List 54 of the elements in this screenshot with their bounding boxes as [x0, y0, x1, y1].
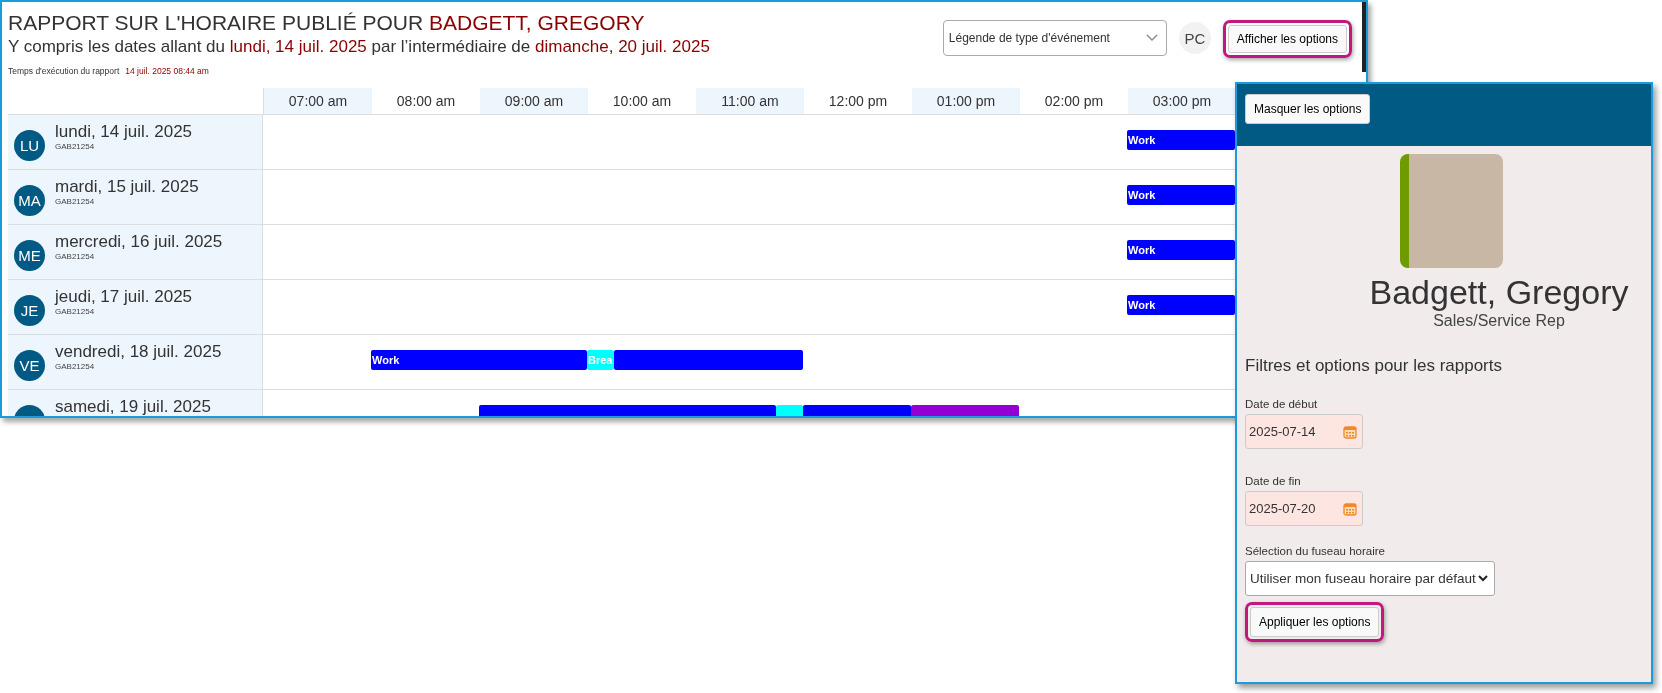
day-date: vendredi, 18 juil. 2025: [55, 342, 222, 362]
employee-code: GAB21254: [55, 197, 96, 206]
event-bar[interactable]: Work: [1127, 130, 1235, 150]
event-bar[interactable]: Work: [1127, 185, 1235, 205]
field-label: Date de début: [1245, 398, 1318, 410]
event-bar[interactable]: Work: [371, 350, 587, 370]
hour-header: 09:00 am: [480, 88, 588, 114]
field-label: Date de fin: [1245, 475, 1301, 487]
hide-options-button[interactable]: Masquer les options: [1245, 94, 1371, 124]
chevron-down-icon: [1478, 575, 1488, 582]
employee-code: GAB21254: [55, 362, 96, 371]
event-bar[interactable]: Work: [1127, 240, 1235, 260]
event-bar[interactable]: Work: [1127, 295, 1235, 315]
day-avatar: VE: [14, 349, 45, 381]
hour-header: 11:00 am: [696, 88, 804, 114]
scrollbar[interactable]: [1362, 2, 1366, 72]
hour-header: 12:00 pm: [827, 92, 889, 111]
chevron-down-icon: [1145, 34, 1158, 42]
employee-role: Sales/Service Rep: [1433, 312, 1565, 330]
employee-name: Badgett, Gregory: [1369, 272, 1629, 312]
event-bar[interactable]: [614, 350, 803, 370]
hour-header: 01:00 pm: [912, 88, 1020, 114]
employee-code: GAB21254: [55, 307, 96, 316]
employee-code: GAB21254: [55, 142, 96, 151]
day-date: samedi, 19 juil. 2025: [55, 397, 211, 416]
apply-options-button[interactable]: Appliquer les options: [1250, 607, 1380, 637]
report-title: RAPPORT SUR L'HORAIRE PUBLIÉ POUR BADGETT, GREGORY: [8, 10, 646, 36]
hour-header: 10:00 am: [611, 92, 673, 111]
day-date: jeudi, 17 juil. 2025: [55, 287, 193, 307]
section-title: Filtres et options pour les rapports: [1245, 356, 1502, 376]
run-time-value: 14 juil. 2025 08:44 am: [125, 66, 209, 76]
calendar-icon: [1343, 501, 1357, 516]
hour-header: 08:00 am: [395, 92, 457, 111]
run-time-label: Temps d'exécution du rapport: [8, 66, 120, 76]
hour-header: 03:00 pm: [1128, 88, 1236, 114]
hour-header: 07:00 am: [264, 88, 372, 114]
timezone-dropdown[interactable]: Utiliser mon fuseau horaire par défaut: [1245, 561, 1495, 596]
hour-header: 02:00 pm: [1043, 92, 1105, 111]
day-date: lundi, 14 juil. 2025: [55, 122, 193, 142]
legend-dropdown[interactable]: Légende de type d'événement: [942, 20, 1167, 56]
report-date-range: Y compris les dates allant du lundi, 14 juil. 2025 par l’intermédiaire de dimanche, 20 juil. 2025: [8, 36, 710, 58]
day-date: mercredi, 16 juil. 2025: [55, 232, 223, 252]
day-avatar: JE: [14, 294, 45, 326]
calendar-icon: [1343, 424, 1357, 439]
date-field[interactable]: 2025-07-14: [1245, 414, 1363, 449]
day-date: mardi, 15 juil. 2025: [55, 177, 199, 197]
day-avatar: MA: [14, 184, 45, 216]
date-field[interactable]: 2025-07-20: [1245, 491, 1363, 526]
show-options-button[interactable]: Afficher les options: [1227, 25, 1347, 53]
field-label: Sélection du fuseau horaire: [1245, 545, 1385, 557]
day-avatar: LU: [14, 129, 45, 161]
day-avatar: ME: [14, 239, 45, 271]
employee-code: GAB21254: [55, 252, 96, 261]
user-initials-badge: PC: [1178, 22, 1211, 54]
